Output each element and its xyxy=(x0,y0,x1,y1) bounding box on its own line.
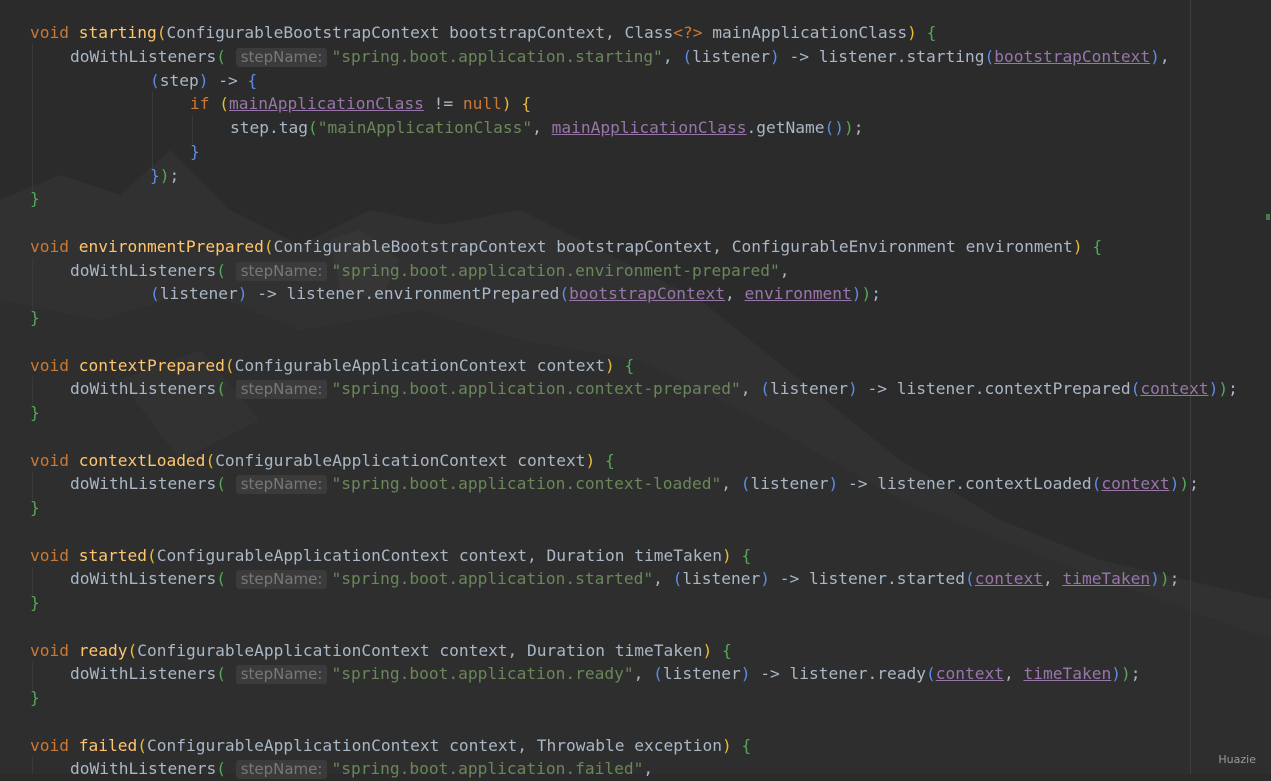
param-hint: stepName: xyxy=(235,262,328,281)
code-line-brace[interactable]: } xyxy=(30,401,40,425)
code-line-brace[interactable]: } xyxy=(30,187,40,211)
code-line-env-call[interactable]: doWithListeners( stepName: "spring.boot.a… xyxy=(70,259,790,283)
code-line-brace[interactable]: } xyxy=(30,686,40,710)
indent-guide xyxy=(152,92,153,172)
code-line-starting-if[interactable]: if (mainApplicationClass != null) { xyxy=(190,92,531,116)
code-line-brace[interactable]: } xyxy=(30,306,40,330)
code-line-brace[interactable]: } xyxy=(190,140,200,164)
indent-guide xyxy=(32,44,33,192)
param-hint: stepName: xyxy=(235,380,328,399)
code-editor[interactable]: void starting(ConfigurableBootstrapConte… xyxy=(0,0,1271,779)
change-marker xyxy=(1266,214,1270,220)
code-line-starting-tag[interactable]: step.tag("mainApplicationClass", mainApp… xyxy=(230,116,864,140)
param-hint: stepName: xyxy=(235,48,328,67)
param-hint: stepName: xyxy=(235,665,328,684)
code-line-started-call[interactable]: doWithListeners( stepName: "spring.boot.a… xyxy=(70,567,1179,591)
code-line-starting-call[interactable]: doWithListeners( stepName: "spring.boot.a… xyxy=(70,45,1170,69)
code-line-ctxprep-call[interactable]: doWithListeners( stepName: "spring.boot.a… xyxy=(70,377,1238,401)
code-line-failed-call[interactable]: doWithListeners( stepName: "spring.boot.a… xyxy=(70,757,653,781)
param-hint: stepName: xyxy=(235,760,328,779)
watermark: Huazie xyxy=(1218,753,1256,766)
code-line-ready-signature[interactable]: void ready(ConfigurableApplicationContex… xyxy=(30,639,732,663)
code-line-starting-signature[interactable]: void starting(ConfigurableBootstrapConte… xyxy=(30,21,936,45)
code-line-brace[interactable]: }); xyxy=(150,164,179,188)
code-line-env-signature[interactable]: void environmentPrepared(ConfigurableBoo… xyxy=(30,235,1102,259)
indent-guide xyxy=(32,757,33,774)
code-line-ctxprep-signature[interactable]: void contextPrepared(ConfigurableApplica… xyxy=(30,354,634,378)
code-line-env-lambda[interactable]: (listener) -> listener.environmentPrepar… xyxy=(150,282,881,306)
param-hint: stepName: xyxy=(235,475,328,494)
code-line-failed-signature[interactable]: void failed(ConfigurableApplicationConte… xyxy=(30,734,751,758)
code-line-brace[interactable]: } xyxy=(30,591,40,615)
code-line-ctxload-signature[interactable]: void contextLoaded(ConfigurableApplicati… xyxy=(30,449,615,473)
code-line-ready-call[interactable]: doWithListeners( stepName: "spring.boot.a… xyxy=(70,662,1140,686)
code-line-started-signature[interactable]: void started(ConfigurableApplicationCont… xyxy=(30,544,751,568)
param-hint: stepName: xyxy=(235,570,328,589)
code-line-brace[interactable]: } xyxy=(30,496,40,520)
code-line-ctxload-call[interactable]: doWithListeners( stepName: "spring.boot.a… xyxy=(70,472,1199,496)
indent-guide xyxy=(32,258,33,310)
code-line-starting-step[interactable]: (step) -> { xyxy=(150,69,257,93)
